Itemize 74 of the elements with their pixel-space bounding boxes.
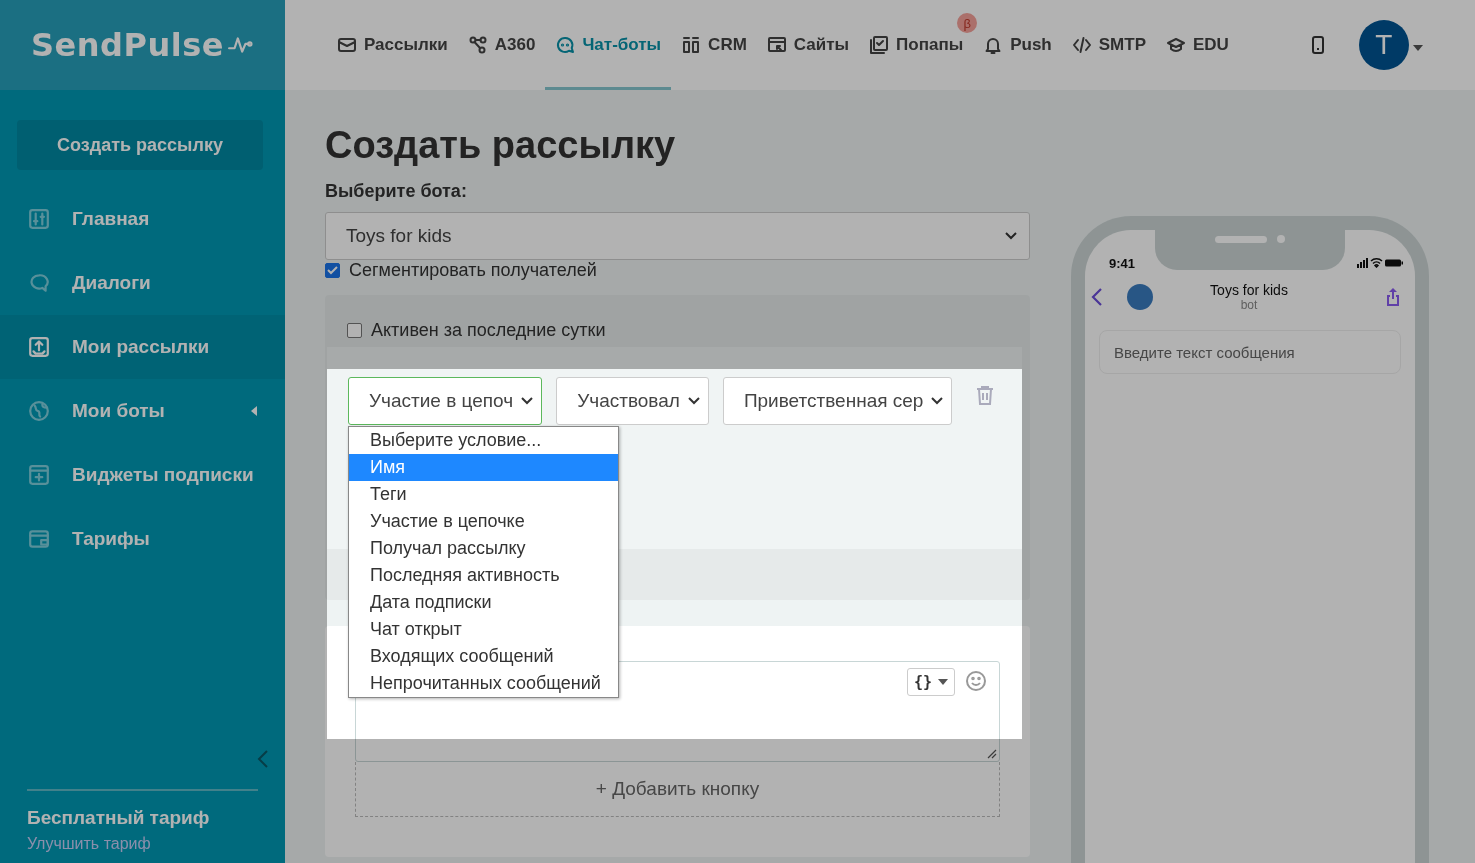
bot-avatar: [1127, 284, 1153, 310]
nav-tab[interactable]: CRM: [671, 0, 757, 90]
status-time: 9:41: [1109, 255, 1136, 271]
chat-icon: [28, 272, 50, 294]
sidebar-item-label: Главная: [72, 208, 150, 230]
sidebar-item-label: Диалоги: [72, 272, 151, 294]
nav-tab[interactable]: Чат-боты: [545, 0, 672, 90]
wallet-icon: [28, 528, 50, 550]
dropdown-option[interactable]: Имя: [349, 454, 618, 481]
columns-icon: [681, 35, 702, 55]
trash-icon[interactable]: [976, 385, 995, 405]
code-icon: [1071, 35, 1092, 55]
nav-tab[interactable]: Сайты: [756, 0, 860, 90]
mobile-icon[interactable]: [1310, 35, 1325, 55]
share-icon[interactable]: [1385, 287, 1401, 307]
camera-dot: [1277, 235, 1285, 243]
dropdown-option[interactable]: Теги: [349, 481, 618, 508]
sidebar-item-label: Виджеты подписки: [72, 464, 254, 486]
checked-window-icon: [869, 35, 890, 55]
chevron-down-icon: [687, 397, 700, 405]
sidebar-item-label: Тарифы: [72, 528, 150, 550]
condition-select[interactable]: Приветственная сер: [722, 377, 953, 425]
graduation-cap-icon: [1166, 35, 1186, 55]
user-avatar[interactable]: T: [1358, 20, 1409, 70]
sidebar-item[interactable]: Мои рассылки: [0, 315, 285, 379]
dropdown-option[interactable]: Выберите условие...: [349, 427, 618, 454]
add-button[interactable]: + Добавить кнопку: [355, 762, 1000, 817]
bot-label: Выберите бота:: [325, 181, 468, 202]
active-checkbox[interactable]: [347, 323, 362, 338]
upload-box-icon: [28, 336, 50, 358]
variables-button[interactable]: {}: [906, 668, 955, 696]
dropdown-option[interactable]: Получал рассылку: [349, 535, 618, 562]
beta-badge: β: [957, 13, 978, 33]
segment-checkbox[interactable]: [325, 263, 340, 278]
message-input[interactable]: Введите текст сообщения: [1099, 330, 1401, 374]
page-title: Создать рассылку: [325, 123, 677, 167]
chevron-down-icon: [521, 397, 534, 405]
checkbox-label: Сегментировать получателей: [349, 260, 597, 281]
checkbox-label: Активен за последние сутки: [371, 320, 606, 341]
sliders-icon: [28, 208, 50, 230]
resize-grip-icon[interactable]: [987, 749, 997, 759]
collapse-icon[interactable]: [257, 749, 269, 769]
widget-icon: [28, 464, 50, 486]
nav-tab[interactable]: Рассылки: [327, 0, 458, 90]
nav-tab[interactable]: SMTP: [1061, 0, 1156, 90]
check-icon: [327, 266, 338, 275]
condition-select[interactable]: Участвовал: [556, 377, 709, 425]
chat-title: Toys for kids: [1210, 282, 1288, 298]
speaker-grille: [1215, 236, 1267, 243]
status-icons: [1357, 258, 1403, 268]
create-campaign-button[interactable]: Создать рассылку: [17, 120, 263, 170]
dropdown-option[interactable]: Участие в цепочке: [349, 508, 618, 535]
bot-select[interactable]: Toys for kids: [325, 212, 1030, 260]
nodes-icon: [467, 35, 488, 55]
caret-icon: [938, 679, 948, 685]
smiley-icon[interactable]: [965, 670, 987, 692]
dropdown-option[interactable]: Дата подписки: [349, 589, 618, 616]
envelope-icon: [337, 35, 357, 55]
dropdown-option[interactable]: Последняя активность: [349, 562, 618, 589]
chat-subtitle: bot: [1240, 298, 1258, 312]
chat-icon: [555, 35, 576, 55]
chevron-down-icon: [1005, 232, 1017, 240]
sidebar-item-label: Мои боты: [72, 400, 165, 422]
dropdown-option[interactable]: Чат открыт: [349, 616, 618, 643]
plan-name: Бесплатный тариф: [27, 807, 211, 829]
nav-tab[interactable]: A360: [457, 0, 546, 90]
chevron-down-icon: [931, 397, 944, 405]
back-icon[interactable]: [1091, 287, 1103, 307]
globe-icon: [28, 400, 50, 422]
sidebar-item-label: Мои рассылки: [72, 336, 210, 358]
condition-select[interactable]: Участие в цепоч: [348, 377, 543, 425]
caret-icon[interactable]: [1412, 45, 1423, 51]
nav-tab[interactable]: EDU: [1156, 0, 1239, 90]
browser-icon: [766, 35, 787, 55]
